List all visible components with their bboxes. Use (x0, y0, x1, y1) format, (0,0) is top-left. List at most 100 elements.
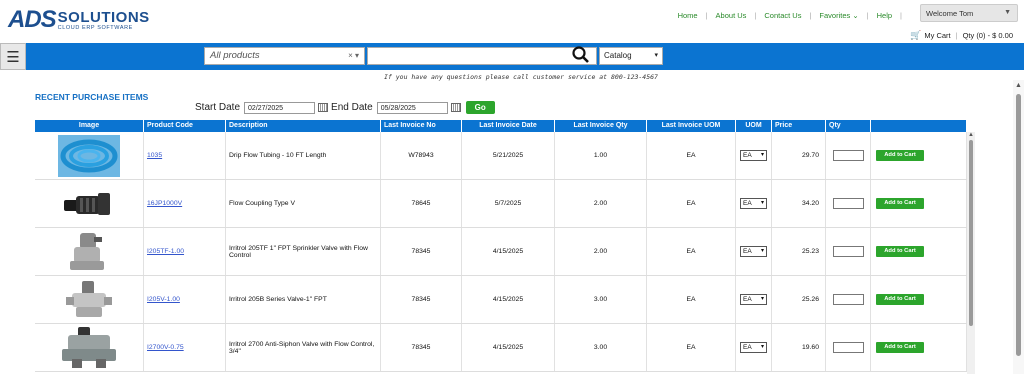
add-to-cart-button[interactable]: Add to Cart (876, 198, 924, 209)
page-scrollbar[interactable]: ▲ (1013, 80, 1024, 374)
invoice-qty-cell: 3.00 (555, 276, 647, 323)
nav-contact-link[interactable]: Contact Us (764, 11, 801, 20)
welcome-dropdown[interactable]: Welcome Tom ▼ (920, 4, 1018, 22)
product-image-cell (35, 132, 144, 179)
qty-input[interactable] (832, 150, 864, 161)
product-code-cell: I205TF-1.00 (144, 228, 226, 275)
product-code-link[interactable]: I205TF-1.00 (147, 248, 184, 255)
search-input[interactable] (367, 47, 597, 65)
chevron-down-icon: ▾ (654, 52, 658, 59)
price-cell: 25.26 (772, 276, 826, 323)
logo-text: SOLUTIONS (57, 8, 150, 26)
column-header: Last Invoice UOM (647, 120, 736, 132)
scrollbar-thumb[interactable] (1016, 94, 1021, 356)
scrollbar-thumb[interactable] (969, 140, 973, 326)
column-header: Last Invoice No (381, 120, 462, 132)
table-row: I205V-1.00 Irritrol 205B Series Valve-1"… (35, 276, 967, 324)
uom-select[interactable]: EA ▾ (740, 342, 767, 353)
logo[interactable]: ADS SOLUTIONS CLOUD ERP SOFTWARE (8, 8, 150, 32)
chevron-down-icon: ▾ (760, 200, 764, 206)
calendar-icon[interactable] (318, 103, 329, 112)
invoice-qty-cell: 2.00 (555, 180, 647, 227)
scroll-up-icon[interactable]: ▲ (968, 132, 974, 138)
column-header: Image (35, 120, 144, 132)
invoice-date-cell: 5/21/2025 (462, 132, 555, 179)
qty-input[interactable] (832, 294, 864, 305)
invoice-no-cell: 78345 (381, 228, 462, 275)
column-header (871, 120, 967, 132)
product-code-cell: 16JP1000V (144, 180, 226, 227)
qty-input[interactable] (832, 342, 864, 353)
nav-about-link[interactable]: About Us (716, 11, 747, 20)
description-cell: Irritrol 205B Series Valve-1" FPT (226, 276, 381, 323)
chevron-down-icon: ▾ (760, 248, 764, 254)
calendar-icon[interactable] (450, 103, 461, 112)
invoice-date-cell: 4/15/2025 (462, 276, 555, 323)
action-cell: Add to Cart (871, 276, 967, 323)
nav-favorites-link[interactable]: Favorites ⌄ (819, 11, 858, 20)
welcome-label: Welcome Tom (926, 9, 974, 18)
valve-product-image[interactable] (58, 231, 120, 273)
nav-help-link[interactable]: Help (877, 11, 892, 20)
page-title: RECENT PURCHASE ITEMS (35, 92, 149, 102)
coupling-product-image[interactable] (58, 183, 120, 225)
qty-cell (826, 228, 871, 275)
uom-select[interactable]: EA ▾ (740, 150, 767, 161)
cart-separator: | (955, 31, 958, 40)
qty-input[interactable] (832, 198, 864, 209)
add-to-cart-button[interactable]: Add to Cart (876, 342, 924, 353)
add-to-cart-button[interactable]: Add to Cart (876, 294, 924, 305)
product-code-link[interactable]: I2700V-0.75 (147, 344, 184, 351)
uom-select[interactable]: EA ▾ (740, 198, 767, 209)
scroll-up-icon[interactable]: ▲ (1015, 82, 1022, 89)
valve-product-image[interactable] (58, 326, 120, 369)
action-cell: Add to Cart (871, 228, 967, 275)
cart-summary[interactable]: 🛒 My Cart | Qty (0) - $ 0.00 (910, 30, 1013, 41)
end-date-label: End Date (331, 102, 373, 113)
hamburger-menu-icon[interactable]: ☰ (0, 43, 26, 70)
qty-input[interactable] (832, 246, 864, 257)
uom-select[interactable]: EA ▾ (740, 294, 767, 305)
product-code-cell: I205V-1.00 (144, 276, 226, 323)
description-cell: Flow Coupling Type V (226, 180, 381, 227)
product-category-placeholder: All products (210, 50, 260, 61)
action-cell: Add to Cart (871, 132, 967, 179)
table-row: I205TF-1.00 Irritrol 205TF 1" FPT Sprink… (35, 228, 967, 276)
product-code-link[interactable]: I205V-1.00 (147, 296, 180, 303)
logo-tagline: CLOUD ERP SOFTWARE (57, 24, 133, 31)
search-icon[interactable] (571, 46, 591, 69)
nav-separator: | (900, 11, 902, 20)
product-code-link[interactable]: 1035 (147, 152, 162, 159)
go-button[interactable]: Go (465, 101, 495, 114)
uom-select[interactable]: EA ▾ (740, 246, 767, 257)
uom-value: EA (743, 296, 752, 303)
end-date-input[interactable]: 05/28/2025 (376, 101, 448, 114)
invoice-uom-cell: EA (647, 276, 736, 323)
product-code-cell: I2700V-0.75 (144, 324, 226, 371)
table-header: Image Product Code Description Last Invo… (35, 120, 967, 132)
nav-home-link[interactable]: Home (678, 11, 698, 20)
invoice-date-cell: 4/15/2025 (462, 228, 555, 275)
table-scrollbar[interactable]: ▲ (967, 132, 975, 374)
table-row: 1035 Drip Flow Tubing - 10 FT Length W78… (35, 132, 967, 180)
description-cell: Irritrol 205TF 1" FPT Sprinkler Valve wi… (226, 228, 381, 275)
add-to-cart-button[interactable]: Add to Cart (876, 150, 924, 161)
add-to-cart-button[interactable]: Add to Cart (876, 246, 924, 257)
clear-dropdown-icons[interactable]: × ▾ (348, 51, 359, 60)
favorites-label: Favorites (819, 11, 851, 20)
start-date-input[interactable]: 02/27/2025 (244, 101, 316, 114)
uom-cell: EA ▾ (736, 228, 772, 275)
valve-product-image[interactable] (58, 279, 120, 321)
tubing-product-image[interactable] (58, 134, 120, 177)
invoice-no-cell: 78645 (381, 180, 462, 227)
catalog-select[interactable]: Catalog ▾ (599, 47, 663, 65)
qty-cell (826, 132, 871, 179)
invoice-uom-cell: EA (647, 324, 736, 371)
invoice-date-cell: 4/15/2025 (462, 324, 555, 371)
column-header: Last Invoice Qty (555, 120, 647, 132)
qty-cell (826, 276, 871, 323)
nav-separator: | (809, 11, 812, 20)
product-category-select[interactable]: All products × ▾ (204, 47, 365, 65)
product-code-link[interactable]: 16JP1000V (147, 200, 182, 207)
invoice-uom-cell: EA (647, 132, 736, 179)
